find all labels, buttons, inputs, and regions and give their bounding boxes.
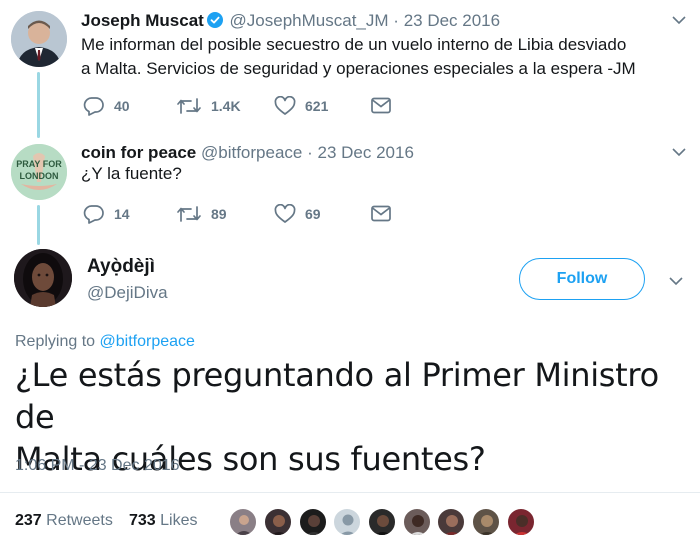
direct-message-button[interactable]	[371, 97, 400, 114]
author-name[interactable]: Ayọ̀dèjì	[87, 256, 155, 278]
replying-to: Replying to @bitforpeace	[15, 333, 195, 351]
chevron-down-icon[interactable]	[668, 275, 684, 287]
retweet-stat-label: Retweets	[46, 512, 113, 529]
author-name[interactable]: Joseph Muscat	[81, 11, 204, 30]
liker-avatar[interactable]	[368, 508, 396, 536]
reply-count: 40	[114, 98, 130, 114]
direct-message-button[interactable]	[371, 205, 400, 222]
reply-count: 14	[114, 206, 130, 222]
reply-icon	[83, 97, 104, 116]
tweet-1-header: Joseph Muscat @JosephMuscat_JM · 23 Dec …	[81, 11, 500, 31]
reply-icon	[83, 205, 104, 224]
avatar-text: PRAY FOR	[16, 159, 62, 169]
author-handle[interactable]: @DejiDiva	[87, 283, 168, 303]
like-icon	[274, 96, 296, 115]
replying-to-link[interactable]: @bitforpeace	[100, 333, 195, 350]
like-count: 69	[305, 206, 321, 222]
tweet-date[interactable]: 23 Dec 2016	[318, 143, 414, 162]
retweet-stat[interactable]: 237 Retweets	[15, 512, 113, 530]
like-button[interactable]: 621	[274, 96, 328, 116]
avatar-coin-for-peace[interactable]: PRAY FOR LONDON	[11, 144, 67, 200]
separator-dot: ·	[393, 11, 399, 30]
tweet-2-header: coin for peace @bitforpeace · 23 Dec 201…	[81, 143, 414, 163]
separator-dot: ·	[307, 143, 313, 162]
like-stat[interactable]: 733 Likes	[129, 512, 198, 530]
thread-line-2	[37, 205, 40, 245]
like-stat-label: Likes	[160, 512, 198, 529]
verified-badge-icon	[206, 12, 223, 28]
retweet-icon	[177, 206, 201, 222]
like-icon	[274, 204, 296, 223]
liker-avatar[interactable]	[333, 508, 361, 536]
tweet-text-line: ¿Le estás preguntando al Primer Ministro…	[15, 356, 659, 436]
tweet-text-line: Me informan del posible secuestro de un …	[81, 35, 627, 54]
retweet-stat-count: 237	[15, 512, 42, 529]
reply-button[interactable]: 14	[83, 204, 130, 224]
follow-button[interactable]: Follow	[519, 258, 645, 300]
liker-avatar[interactable]	[507, 508, 535, 536]
like-button[interactable]: 69	[274, 204, 321, 224]
dm-icon	[371, 97, 391, 114]
liker-avatar[interactable]	[472, 508, 500, 536]
liker-avatar[interactable]	[299, 508, 327, 536]
avatar-ayodeji[interactable]	[14, 249, 72, 307]
liker-avatar[interactable]	[403, 508, 431, 536]
avatar-text: LONDON	[20, 171, 59, 181]
tweet-1-text: Me informan del posible secuestro de un …	[81, 33, 636, 81]
avatar-joseph-muscat[interactable]	[11, 11, 67, 67]
retweet-button[interactable]: 1.4K	[176, 96, 241, 116]
retweet-count: 89	[211, 206, 227, 222]
tweet-timestamp[interactable]: 1:06 PM - 23 Dec 2016	[15, 457, 180, 475]
like-count: 621	[305, 98, 329, 114]
retweet-icon	[177, 98, 201, 114]
liker-avatar[interactable]	[264, 508, 292, 536]
replying-prefix: Replying to	[15, 333, 96, 350]
like-stat-count: 733	[129, 512, 156, 529]
divider	[0, 492, 700, 493]
tweet-text-line: ¿Y la fuente?	[81, 164, 182, 183]
chevron-down-icon[interactable]	[671, 146, 687, 158]
liker-avatar[interactable]	[229, 508, 257, 536]
thread-line-1	[37, 72, 40, 138]
tweet-text-line: a Malta. Servicios de seguridad y operac…	[81, 59, 636, 78]
author-handle[interactable]: @JosephMuscat_JM	[230, 11, 389, 30]
author-name[interactable]: coin for peace	[81, 143, 196, 162]
tweet-2-text: ¿Y la fuente?	[81, 162, 182, 186]
tweet-date[interactable]: 23 Dec 2016	[404, 11, 500, 30]
author-handle[interactable]: @bitforpeace	[201, 143, 302, 162]
retweet-button[interactable]: 89	[176, 204, 227, 224]
chevron-down-icon[interactable]	[671, 14, 687, 26]
reply-button[interactable]: 40	[83, 96, 130, 116]
dm-icon	[371, 205, 391, 222]
liker-avatar[interactable]	[437, 508, 465, 536]
retweet-count: 1.4K	[211, 98, 241, 114]
